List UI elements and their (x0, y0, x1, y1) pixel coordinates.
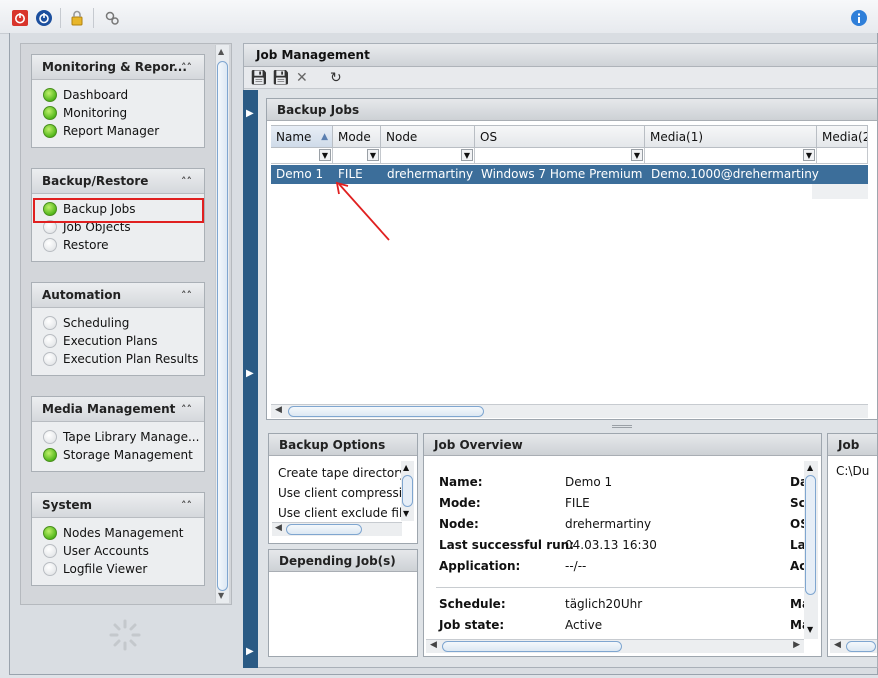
overview-vscrollbar[interactable]: ▲ ▼ (804, 461, 818, 639)
nav-item-execution-plan-results[interactable]: Execution Plan Results (43, 350, 204, 368)
column-header-media2[interactable]: Media(2) (817, 126, 868, 148)
job-overview-panel: Job Overview Name: Demo 1 Mode: FILE Nod… (423, 433, 822, 657)
group-system: System ˄˄ Nodes Management User Accounts … (31, 492, 205, 586)
column-header-name[interactable]: Name ▲ (271, 126, 333, 148)
group-header[interactable]: System ˄˄ (32, 493, 204, 518)
status-dot-icon (43, 334, 57, 348)
status-dot-icon (43, 106, 57, 120)
lock-icon[interactable] (69, 10, 85, 26)
expand-arrow-icon[interactable]: ▶ (246, 368, 254, 379)
save-icon[interactable]: 💾︎ (250, 70, 268, 86)
panel-title: Depending Job(s) (269, 550, 417, 572)
status-dot-icon (43, 124, 57, 138)
red-arrow-annotation (335, 181, 390, 241)
top-toolbar (0, 0, 878, 34)
nav-scrollbar[interactable]: ▲ ▼ (215, 45, 229, 603)
settings-icon[interactable] (104, 10, 120, 26)
status-dot-icon (43, 352, 57, 366)
collapse-icon[interactable]: ˄˄ (181, 397, 192, 422)
column-header-mode[interactable]: Mode (333, 126, 381, 148)
field-node-value: drehermartiny (565, 517, 652, 531)
status-dot-icon (43, 88, 57, 102)
column-header-media1[interactable]: Media(1) (645, 126, 817, 148)
collapse-icon[interactable]: ˄˄ (181, 55, 192, 80)
sort-ascending-icon: ▲ (321, 132, 328, 142)
list-item[interactable]: Use client exclude file (278, 503, 404, 523)
depending-jobs-panel: Depending Job(s) (268, 549, 418, 657)
status-dot-icon (43, 562, 57, 576)
collapse-icon[interactable]: ˄˄ (181, 493, 192, 518)
group-header[interactable]: Monitoring & Repor... ˄˄ (32, 55, 204, 80)
list-item[interactable]: Use client compressio (278, 483, 404, 503)
filter-os[interactable]: ▼ (475, 148, 645, 164)
field-job-state-value: Active (565, 618, 603, 632)
panel-title: Backup Jobs (267, 99, 877, 121)
window-title: Job Management (244, 44, 877, 67)
filter-media2[interactable] (817, 148, 868, 164)
status-dot-icon (43, 316, 57, 330)
group-header[interactable]: Backup/Restore ˄˄ (32, 169, 204, 194)
status-dot-icon (43, 448, 57, 462)
save-all-icon[interactable]: 💾︎ (272, 70, 290, 86)
nav-item-monitoring[interactable]: Monitoring (43, 104, 204, 122)
nav-item-user-accounts[interactable]: User Accounts (43, 542, 204, 560)
filter-name[interactable]: ▼ (271, 148, 333, 164)
group-automation: Automation ˄˄ Scheduling Execution Plans … (31, 282, 205, 376)
status-dot-icon (43, 238, 57, 252)
field-mode-value: FILE (565, 496, 590, 510)
nav-item-execution-plans[interactable]: Execution Plans (43, 332, 204, 350)
group-monitoring: Monitoring & Repor... ˄˄ Dashboard Monito… (31, 54, 205, 148)
backup-options-panel: Backup Options Create tape directory Use… (268, 433, 418, 544)
nav-item-scheduling[interactable]: Scheduling (43, 314, 204, 332)
delete-icon[interactable]: ✕ (296, 70, 308, 86)
column-header-os[interactable]: OS (475, 126, 645, 148)
status-dot-icon (43, 526, 57, 540)
info-icon[interactable] (851, 10, 867, 26)
filter-mode[interactable]: ▼ (333, 148, 381, 164)
job-detail-panel: Job C:\Du ◀ (827, 433, 878, 657)
overview-hscrollbar[interactable]: ◀ ▶ (426, 639, 804, 653)
collapse-icon[interactable]: ˄˄ (181, 169, 192, 194)
status-dot-icon (43, 544, 57, 558)
nav-item-restore[interactable]: Restore (43, 236, 204, 254)
side-collapse-strip[interactable]: ▶ ▶ ▶ (243, 90, 258, 668)
panel-title: Job (828, 434, 877, 456)
list-item[interactable]: Create tape directory (278, 463, 404, 483)
nav-item-dashboard[interactable]: Dashboard (43, 86, 204, 104)
group-header[interactable]: Automation ˄˄ (32, 283, 204, 308)
power-icon[interactable] (12, 10, 28, 26)
expand-arrow-icon[interactable]: ▶ (246, 108, 254, 119)
options-vscrollbar[interactable]: ▲ ▼ (401, 461, 414, 521)
panel-title: Backup Options (269, 434, 417, 456)
table-hscrollbar[interactable]: ◀ (271, 404, 868, 418)
nav-item-storage-management[interactable]: Storage Management (43, 446, 204, 464)
nav-item-tape-library[interactable]: Tape Library Manage... (43, 428, 204, 446)
nav-item-logfile-viewer[interactable]: Logfile Viewer (43, 560, 204, 578)
status-dot-icon (43, 430, 57, 444)
loading-spinner-icon (109, 619, 141, 651)
field-name-value: Demo 1 (565, 475, 613, 489)
field-application-value: --/-- (565, 559, 587, 573)
nav-item-report-manager[interactable]: Report Manager (43, 122, 204, 140)
group-media-management: Media Management ˄˄ Tape Library Manage..… (31, 396, 205, 472)
group-header[interactable]: Media Management ˄˄ (32, 397, 204, 422)
panel-title: Job Overview (424, 434, 821, 456)
nav-item-nodes-management[interactable]: Nodes Management (43, 524, 204, 542)
field-schedule-value: täglich20Uhr (565, 597, 643, 611)
field-last-run-value: 04.03.13 16:30 (565, 538, 657, 552)
logout-icon[interactable] (36, 10, 52, 26)
expand-arrow-icon[interactable]: ▶ (246, 646, 254, 657)
job-toolbar: 💾︎ 💾︎ ✕ ↻ (244, 67, 877, 89)
filter-node[interactable]: ▼ (381, 148, 475, 164)
column-header-node[interactable]: Node (381, 126, 475, 148)
highlight-box (33, 198, 204, 223)
filter-media1[interactable]: ▼ (645, 148, 817, 164)
refresh-icon[interactable]: ↻ (330, 70, 342, 86)
backup-jobs-table: Name▲ Mode Node OS Media(1) Media(2) ▼ ▼… (271, 125, 868, 402)
splitter-grip[interactable] (612, 425, 632, 428)
collapse-icon[interactable]: ˄˄ (181, 283, 192, 308)
